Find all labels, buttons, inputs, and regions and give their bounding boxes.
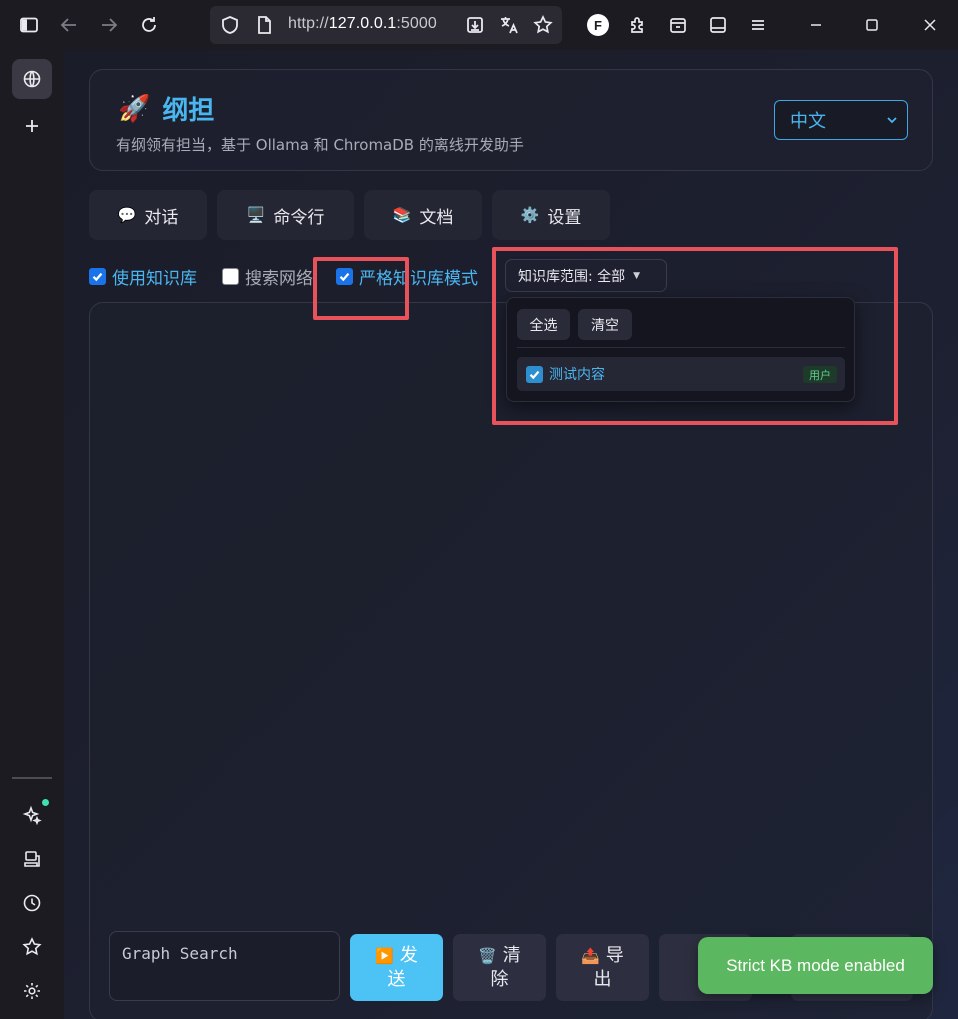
tab-chat[interactable]: 💬 对话	[89, 190, 207, 240]
download-icon[interactable]	[463, 13, 487, 37]
shield-icon[interactable]	[218, 13, 242, 37]
settings-gear-icon[interactable]	[12, 971, 52, 1011]
close-icon[interactable]	[918, 13, 942, 37]
chevron-down-icon	[887, 117, 897, 124]
speech-bubble-icon: 💬	[117, 206, 137, 224]
bookmark-star-icon[interactable]	[12, 927, 52, 967]
toast-notification: Strict KB mode enabled	[698, 937, 933, 994]
menu-icon[interactable]	[746, 13, 770, 37]
app-header: 🚀 纲担 有纲领有担当，基于 Ollama 和 ChromaDB 的离线开发助手…	[89, 69, 933, 171]
books-icon: 📚	[392, 206, 412, 224]
language-select[interactable]: 中文	[774, 100, 908, 140]
send-button[interactable]: ▶️ 发送	[350, 934, 443, 1001]
globe-icon[interactable]	[12, 59, 52, 99]
app-subtitle: 有纲领有担当，基于 Ollama 和 ChromaDB 的离线开发助手	[116, 136, 524, 154]
browser-sidebar	[0, 50, 64, 1019]
highlight-box-scope	[492, 247, 898, 425]
web-search-checkbox[interactable]	[222, 268, 239, 285]
profile-avatar[interactable]: F	[587, 14, 609, 36]
container-icon[interactable]	[666, 13, 690, 37]
trash-icon: 🗑️	[478, 946, 497, 965]
export-button[interactable]: 📤 导出	[556, 934, 649, 1001]
maximize-icon[interactable]	[860, 13, 884, 37]
web-search-option[interactable]: 搜索网络	[222, 264, 313, 289]
highlight-box-strict	[313, 257, 409, 320]
play-icon: ▶️	[375, 946, 394, 965]
page-icon[interactable]	[252, 13, 276, 37]
extensions-icon[interactable]	[626, 13, 650, 37]
notification-dot	[42, 799, 49, 806]
use-kb-option[interactable]: 使用知识库	[89, 264, 197, 289]
reload-icon[interactable]	[137, 13, 161, 37]
main-tabs: 💬 对话 🖥️ 命令行 📚 文档 ⚙️ 设置	[89, 190, 610, 240]
sidebar-toggle-icon[interactable]	[17, 13, 41, 37]
outbox-icon: 📤	[581, 946, 600, 965]
language-value: 中文	[790, 111, 826, 132]
tab-documents[interactable]: 📚 文档	[364, 190, 482, 240]
tab-terminal[interactable]: 🖥️ 命令行	[217, 190, 354, 240]
translate-icon[interactable]	[497, 13, 521, 37]
browser-toolbar: http://127.0.0.1:5000 F	[0, 0, 958, 50]
back-arrow-icon[interactable]	[57, 13, 81, 37]
use-kb-checkbox[interactable]	[89, 268, 106, 285]
monitor-icon: 🖥️	[246, 206, 266, 224]
devices-icon[interactable]	[12, 839, 52, 879]
gear-icon: ⚙️	[520, 206, 540, 224]
app-main: 🚀 纲担 有纲领有担当，基于 Ollama 和 ChromaDB 的离线开发助手…	[64, 50, 958, 1019]
star-icon[interactable]	[531, 13, 555, 37]
history-icon[interactable]	[12, 883, 52, 923]
rocket-icon: 🚀	[118, 93, 151, 124]
plus-icon[interactable]	[12, 106, 52, 146]
tab-settings[interactable]: ⚙️ 设置	[492, 190, 610, 240]
clear-chat-button[interactable]: 🗑️ 清除	[453, 934, 546, 1001]
app-name: 纲担	[162, 96, 215, 126]
reader-icon[interactable]	[706, 13, 730, 37]
url-text[interactable]: http://127.0.0.1:5000	[288, 15, 437, 33]
message-input[interactable]: Graph Search	[109, 931, 340, 1001]
forward-arrow-icon[interactable]	[97, 13, 121, 37]
app-title: 🚀 纲担	[118, 90, 214, 127]
sidebar-divider	[12, 777, 52, 779]
minimize-icon[interactable]	[804, 13, 828, 37]
